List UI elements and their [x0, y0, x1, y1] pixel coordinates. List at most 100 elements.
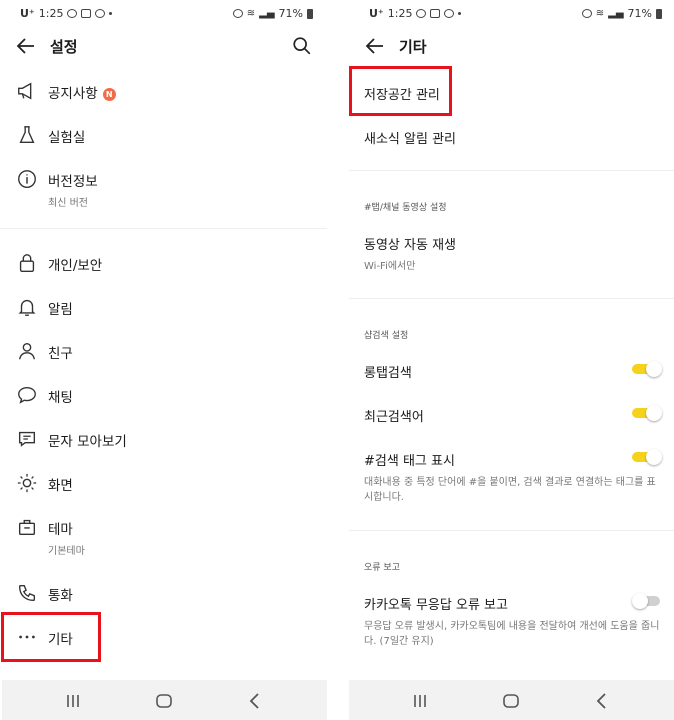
news-alert-label: 새소식 알림 관리 — [364, 132, 456, 147]
menu-item-friends[interactable]: 친구 — [0, 336, 327, 366]
recent-search-toggle[interactable] — [632, 405, 662, 421]
brightness-icon — [17, 473, 37, 493]
section-divider — [349, 170, 674, 171]
section-header-search: 샵검색 설정 — [364, 331, 409, 341]
megaphone-icon — [18, 82, 32, 100]
home-icon[interactable] — [500, 690, 522, 712]
search-tag-toggle[interactable] — [632, 449, 662, 465]
privacy-label: 개인/보안 — [48, 258, 103, 274]
long-tab-search-label: 롱탭검색 — [364, 366, 412, 381]
menu-item-notice[interactable]: 공지사항 N — [0, 76, 327, 106]
section-divider — [349, 530, 674, 531]
chat-bubble-icon — [18, 386, 36, 404]
status-bar: U⁺ 1:25 ≋ ▂▄ 71% — [0, 0, 327, 28]
home-icon[interactable] — [153, 690, 175, 712]
recent-search-item[interactable]: 최근검색어 — [364, 406, 674, 425]
app-bar: 기타 — [349, 30, 674, 62]
app-icon — [95, 9, 106, 18]
recent-apps-icon[interactable] — [62, 690, 84, 712]
carrier-label: U⁺ — [20, 7, 35, 20]
recent-search-label: 최근검색어 — [364, 410, 424, 425]
no-response-report-sub: 무응답 오류 발생시, 카카오톡팀에 내용을 전달하여 개선에 도움을 줍니다.… — [364, 621, 660, 647]
gallery-icon — [430, 9, 441, 18]
video-autoplay-item[interactable]: 동영상 자동 재생 Wi-Fi에서만 — [364, 234, 674, 274]
long-tab-search-item[interactable]: 롱탭검색 — [364, 362, 674, 381]
display-label: 화면 — [48, 478, 73, 494]
menu-item-version[interactable]: 버전정보 최신 버전 — [0, 164, 327, 214]
no-response-report-toggle[interactable] — [632, 593, 662, 609]
message-icon — [67, 9, 78, 18]
battery-icon — [656, 8, 662, 19]
menu-item-theme[interactable]: 테마 기본테마 — [0, 512, 327, 562]
menu-item-display[interactable]: 화면 — [0, 468, 327, 498]
menu-item-lab[interactable]: 실험실 — [0, 120, 327, 150]
app-bar: 설정 — [0, 30, 327, 62]
menu-item-privacy[interactable]: 개인/보안 — [0, 248, 327, 278]
person-icon — [18, 342, 36, 360]
theme-sub: 기본테마 — [48, 546, 85, 557]
more-notifications-icon — [109, 12, 113, 15]
bell-icon — [18, 299, 36, 316]
highlight-box-etc — [1, 612, 101, 662]
section-divider — [349, 298, 674, 299]
search-icon[interactable] — [291, 35, 313, 57]
no-response-report-item[interactable]: 카카오톡 무응답 오류 보고 무응답 오류 발생시, 카카오톡팀에 내용을 전달… — [364, 594, 674, 649]
menu-item-chat[interactable]: 채팅 — [0, 380, 327, 410]
menu-item-sms-collection[interactable]: 문자 모아보기 — [0, 424, 327, 454]
more-notifications-icon — [458, 12, 462, 15]
call-label: 통화 — [48, 588, 73, 604]
lab-label: 실험실 — [48, 130, 86, 146]
menu-item-notifications[interactable]: 알림 — [0, 292, 327, 322]
clock: 1:25 — [38, 7, 64, 20]
lock-icon — [19, 254, 35, 272]
system-nav-bar — [2, 680, 327, 720]
theme-label: 테마 — [48, 522, 73, 538]
info-icon — [18, 170, 36, 188]
battery-icon — [307, 8, 313, 19]
clock: 1:25 — [387, 7, 413, 20]
version-label: 버전정보 — [48, 174, 98, 190]
alarm-icon — [581, 9, 592, 18]
section-header-video: #탭/채널 동영상 설정 — [364, 203, 447, 213]
back-nav-icon[interactable] — [591, 690, 613, 712]
video-autoplay-label: 동영상 자동 재생 — [364, 238, 456, 253]
message-icon — [416, 9, 427, 18]
carrier-label: U⁺ — [369, 7, 384, 20]
news-alert-item[interactable]: 새소식 알림 관리 — [364, 128, 674, 147]
theme-bag-icon — [18, 519, 36, 536]
recent-apps-icon[interactable] — [409, 690, 431, 712]
highlight-box-storage — [349, 66, 452, 116]
toggle-knob — [646, 361, 662, 377]
back-nav-icon[interactable] — [244, 690, 266, 712]
section-divider — [0, 228, 327, 229]
video-autoplay-sub: Wi-Fi에서만 — [364, 261, 416, 272]
back-arrow-icon[interactable] — [14, 34, 38, 58]
panel-gap — [327, 0, 349, 720]
etc-panel: U⁺ 1:25 ≋ ▂▄ 71% 기타 저장공간 관리 새소식 알림 관리 #탭… — [349, 0, 674, 720]
notice-label: 공지사항 — [48, 86, 98, 102]
friends-label: 친구 — [48, 346, 73, 362]
system-nav-bar — [349, 680, 674, 720]
menu-item-call[interactable]: 통화 — [0, 578, 327, 608]
status-bar: U⁺ 1:25 ≋ ▂▄ 71% — [349, 0, 674, 28]
notifications-label: 알림 — [48, 302, 73, 318]
page-title: 설정 — [50, 38, 78, 56]
alarm-icon — [232, 9, 243, 18]
wifi-icon: ≋ — [595, 8, 605, 19]
app-icon — [444, 9, 455, 18]
message-box-icon — [18, 431, 36, 447]
gallery-icon — [81, 9, 92, 18]
new-badge: N — [102, 88, 116, 101]
battery-level: 71% — [627, 7, 652, 20]
battery-level: 71% — [278, 7, 303, 20]
search-tag-item[interactable]: #검색 태그 표시 대화내용 중 특정 단어에 #을 붙이면, 검색 결과로 연… — [364, 450, 674, 505]
sms-collection-label: 문자 모아보기 — [48, 434, 127, 450]
toggle-knob — [646, 449, 662, 465]
long-tab-search-toggle[interactable] — [632, 361, 662, 377]
settings-panel: U⁺ 1:25 ≋ ▂▄ 71% 설정 공지사항 N 실험실 버전정보 최신 버전 — [0, 0, 327, 720]
version-sub: 최신 버전 — [48, 198, 88, 209]
section-header-error: 오류 보고 — [364, 563, 400, 573]
back-arrow-icon[interactable] — [363, 34, 387, 58]
chat-label: 채팅 — [48, 390, 73, 406]
signal-icon: ▂▄ — [259, 8, 275, 19]
